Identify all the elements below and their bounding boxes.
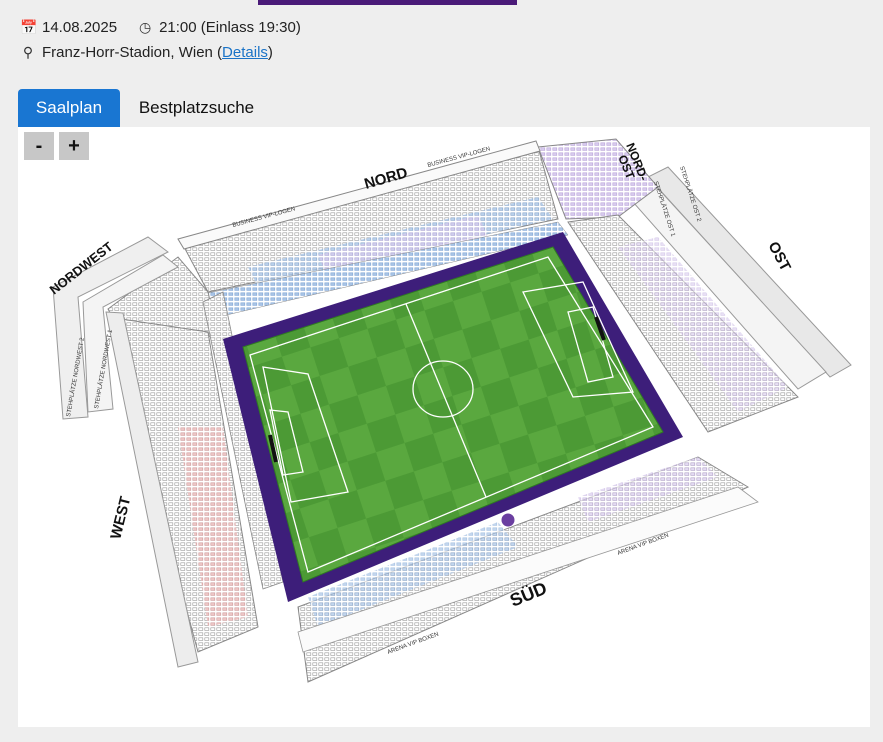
tab-saalplan[interactable]: Saalplan xyxy=(18,89,120,127)
map-pin-icon: ⚲ xyxy=(22,44,34,60)
seating-map[interactable]: - + NORD NORD- OST OST SÜD WEST NORDWEST… xyxy=(18,127,870,727)
label-ost: OST xyxy=(764,239,793,274)
tab-bestplatzsuche[interactable]: Bestplatzsuche xyxy=(124,89,269,127)
venue-name: Franz-Horr-Stadion, Wien ( xyxy=(42,44,223,61)
calendar-icon: 📅 xyxy=(20,19,38,35)
venue-close: ) xyxy=(267,44,273,61)
stadium-plan[interactable]: NORD NORD- OST OST SÜD WEST NORDWEST BUS… xyxy=(18,127,870,727)
details-link[interactable]: Details xyxy=(222,44,268,61)
event-time: 21:00 (Einlass 19:30) xyxy=(159,19,301,36)
event-datetime: 📅 14.08.2025 ◷ 21:00 (Einlass 19:30) xyxy=(20,19,301,36)
header-accent-bar xyxy=(258,0,517,5)
clock-icon: ◷ xyxy=(138,19,152,35)
event-date: 14.08.2025 xyxy=(42,19,118,36)
event-venue: ⚲ Franz-Horr-Stadion, Wien (Details) xyxy=(20,44,273,61)
label-west: WEST xyxy=(107,495,134,541)
club-logo-icon xyxy=(500,512,516,528)
